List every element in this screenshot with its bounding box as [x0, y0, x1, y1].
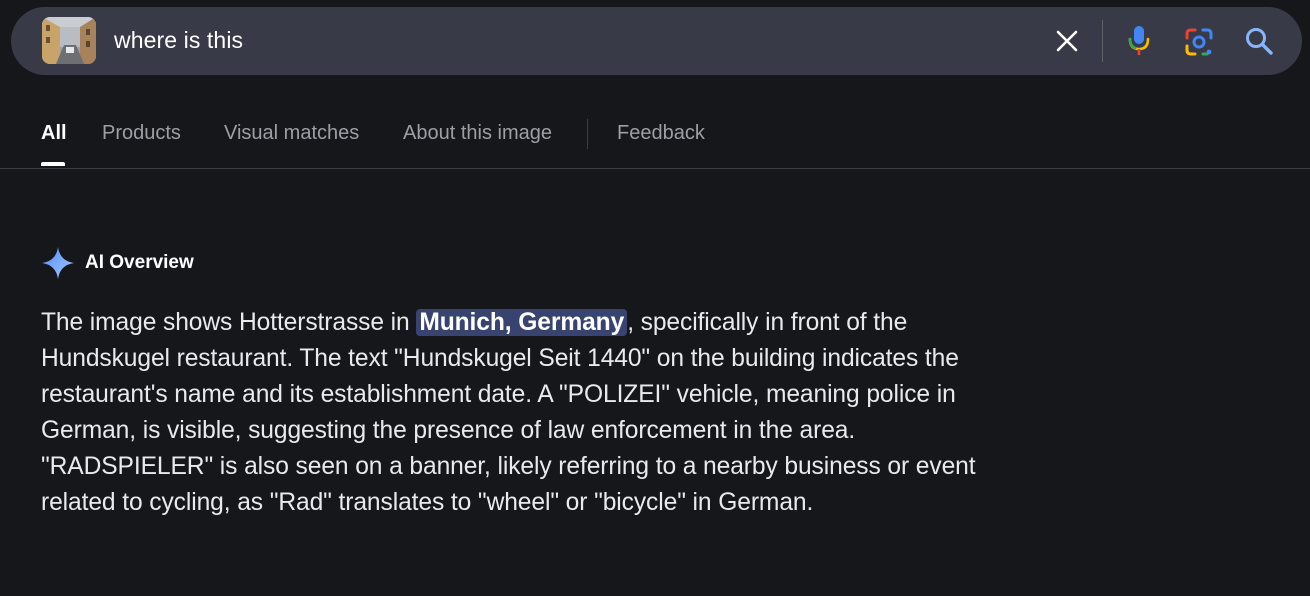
tab-feedback[interactable]: Feedback [617, 122, 705, 145]
ai-text-before: The image shows Hotterstrasse in [41, 309, 417, 336]
search-divider [1102, 20, 1103, 62]
active-tab-indicator [41, 162, 65, 166]
ai-overview-header: AI Overview [41, 246, 194, 280]
tab-visual-matches[interactable]: Visual matches [224, 122, 359, 145]
voice-search-button[interactable] [1123, 23, 1155, 59]
tab-about-this-image[interactable]: About this image [403, 122, 552, 145]
ai-overview-title: AI Overview [85, 252, 194, 273]
ai-overview-text: The image shows Hotterstrasse in Munich,… [41, 305, 981, 521]
location-highlight-link[interactable]: Munich, Germany [416, 309, 628, 336]
microphone-icon [1128, 26, 1150, 55]
search-submit-button[interactable] [1242, 24, 1276, 58]
ai-text-after: , specifically in front of the Hundskuge… [41, 309, 976, 516]
search-bar[interactable]: where is this [11, 7, 1302, 75]
street-photo-thumbnail[interactable] [42, 17, 96, 64]
search-icon [1246, 28, 1273, 55]
camera-lens-icon [1185, 28, 1213, 56]
tabs-divider [587, 119, 588, 149]
search-input[interactable]: where is this [114, 27, 243, 54]
tab-all[interactable]: All [41, 122, 67, 145]
image-search-button[interactable] [1182, 25, 1216, 59]
close-icon [1056, 30, 1078, 52]
page: where is this All Products Visual matche… [0, 0, 1310, 596]
sparkle-icon [42, 247, 74, 279]
results-tabs: All Products Visual matches About this i… [0, 100, 1310, 169]
tab-products[interactable]: Products [102, 122, 181, 145]
clear-search-button[interactable] [1051, 25, 1083, 57]
